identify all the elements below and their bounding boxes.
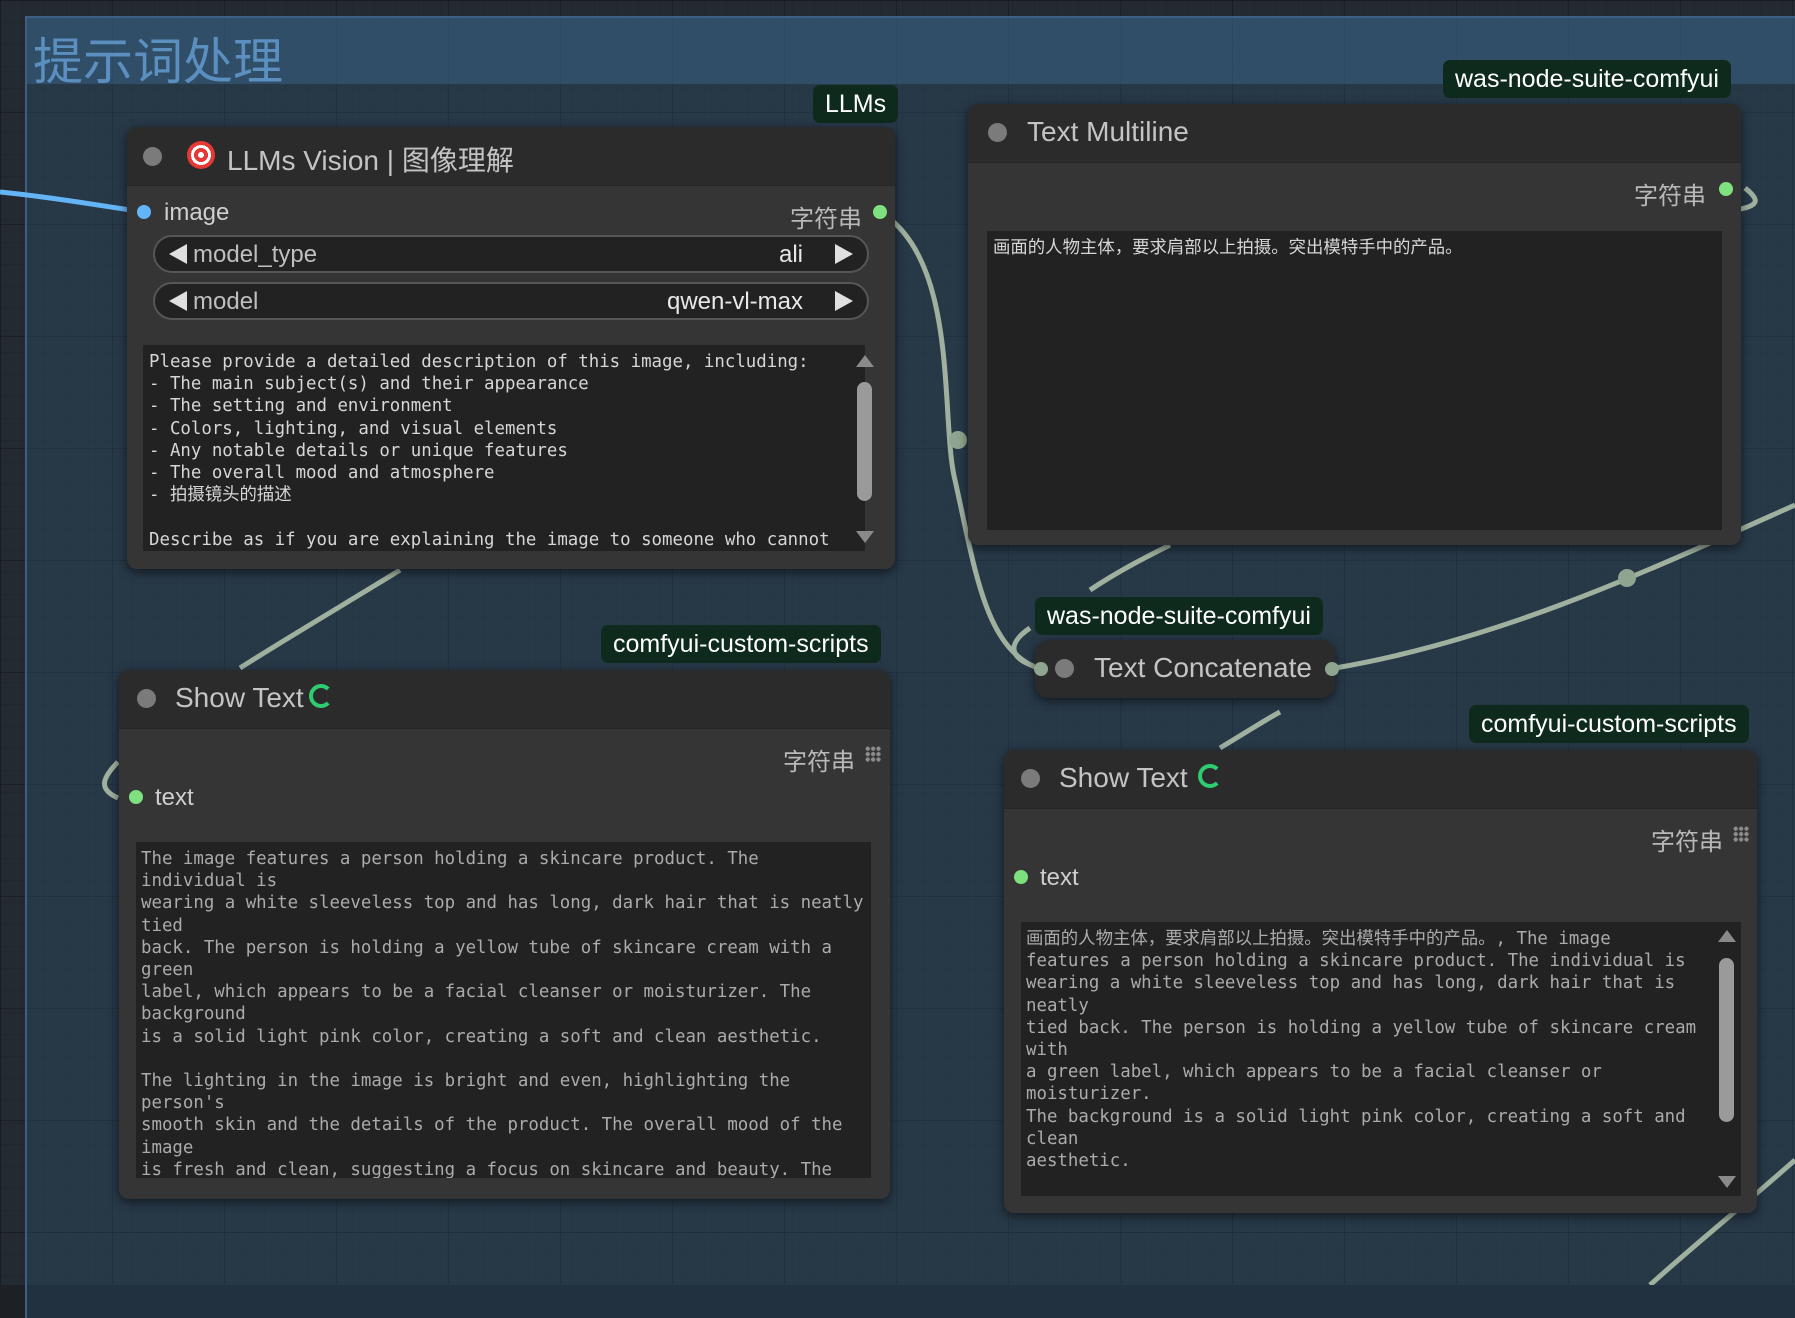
scroll-up-arrow[interactable] [1718,930,1736,942]
node-title: Show Text [1059,762,1188,793]
multiline-textarea[interactable]: 画面的人物主体，要求肩部以上拍摄。突出模特手中的产品。 [987,231,1722,530]
node-title: Show Text [175,682,304,713]
combo-next-arrow[interactable] [835,244,853,264]
node-header[interactable]: LLMs Vision | 图像理解 [127,127,895,186]
show-text-output[interactable]: 画面的人物主体，要求肩部以上拍摄。突出模特手中的产品。, The image f… [1021,922,1741,1196]
combo-label: model [193,288,259,315]
llm-vision-node[interactable]: LLMs Vision | 图像理解 image 字符串 model_type … [127,127,895,569]
combo-prev-arrow[interactable] [169,244,187,264]
combo-label: model_type [193,241,318,268]
node-title: Text Concatenate [1094,652,1312,683]
collapse-toggle[interactable] [1021,769,1040,788]
collapse-toggle[interactable] [143,147,162,166]
string-output-slot[interactable] [873,205,887,219]
combo-prev-arrow[interactable] [169,291,187,311]
list-output-icon[interactable] [865,746,881,762]
node-source-badge: was-node-suite-comfyui [1035,597,1323,635]
text-concatenate-node[interactable]: Text Concatenate [1034,640,1339,698]
scroll-down-arrow[interactable] [856,531,874,543]
node-header[interactable]: Show Text [1004,750,1757,809]
combo-value: qwen-vl-max [666,288,803,315]
text-input-slot[interactable] [1014,870,1028,884]
combo-value: ali [778,241,803,268]
scroll-up-arrow[interactable] [856,355,874,367]
list-output-icon[interactable] [1733,826,1749,842]
node-source-badge: was-node-suite-comfyui [1443,60,1731,98]
node-header[interactable]: Show Text [119,670,890,729]
node-title: LLMs Vision | 图像理解 [227,145,514,176]
node-source-badge: LLMs [813,85,899,123]
string-output-slot[interactable] [1719,182,1733,196]
combo-next-arrow[interactable] [835,291,853,311]
node-source-badge: comfyui-custom-scripts [1469,705,1749,743]
collapse-toggle[interactable] [137,689,156,708]
snake-icon [1198,764,1222,788]
scroll-thumb[interactable] [1719,958,1734,1122]
string-output-label: 字符串 [1651,829,1723,856]
model-combo[interactable]: model qwen-vl-max [153,282,869,320]
group-title: 提示词处理 [33,33,283,91]
node-title: Text Multiline [1027,116,1189,147]
prompt-textarea[interactable]: Please provide a detailed description of… [143,345,865,551]
node-header[interactable]: Text Multiline [968,104,1741,163]
collapse-toggle[interactable] [1055,659,1074,678]
text-input-label: text [155,784,194,811]
collapse-toggle[interactable] [988,123,1007,142]
target-dart-icon [187,141,215,169]
output-scrollbar[interactable] [1716,930,1738,1188]
scroll-thumb[interactable] [857,382,872,501]
snake-icon [309,684,333,708]
image-input-label: image [164,199,230,226]
concat-output-slot[interactable] [1325,662,1339,676]
string-output-label: 字符串 [783,749,855,776]
prompt-scrollbar[interactable] [854,355,876,543]
string-output-label: 字符串 [1634,183,1706,210]
text-multiline-node[interactable]: Text Multiline 字符串 画面的人物主体，要求肩部以上拍摄。突出模特… [968,104,1741,545]
text-input-slot[interactable] [129,790,143,804]
node-source-badge: comfyui-custom-scripts [601,625,881,663]
model-type-combo[interactable]: model_type ali [153,235,869,273]
show-text-output[interactable]: The image features a person holding a sk… [136,842,871,1178]
text-input-label: text [1040,864,1079,891]
show-text-node-left[interactable]: Show Text 字符串 text The image features a … [119,670,890,1199]
scroll-down-arrow[interactable] [1718,1176,1736,1188]
string-output-label: 字符串 [790,206,862,233]
concat-input-slot[interactable] [1034,662,1048,676]
image-input-slot[interactable] [137,205,151,219]
show-text-node-right[interactable]: Show Text 字符串 text 画面的人物主体，要求肩部以上拍摄。突出模特… [1004,750,1757,1213]
